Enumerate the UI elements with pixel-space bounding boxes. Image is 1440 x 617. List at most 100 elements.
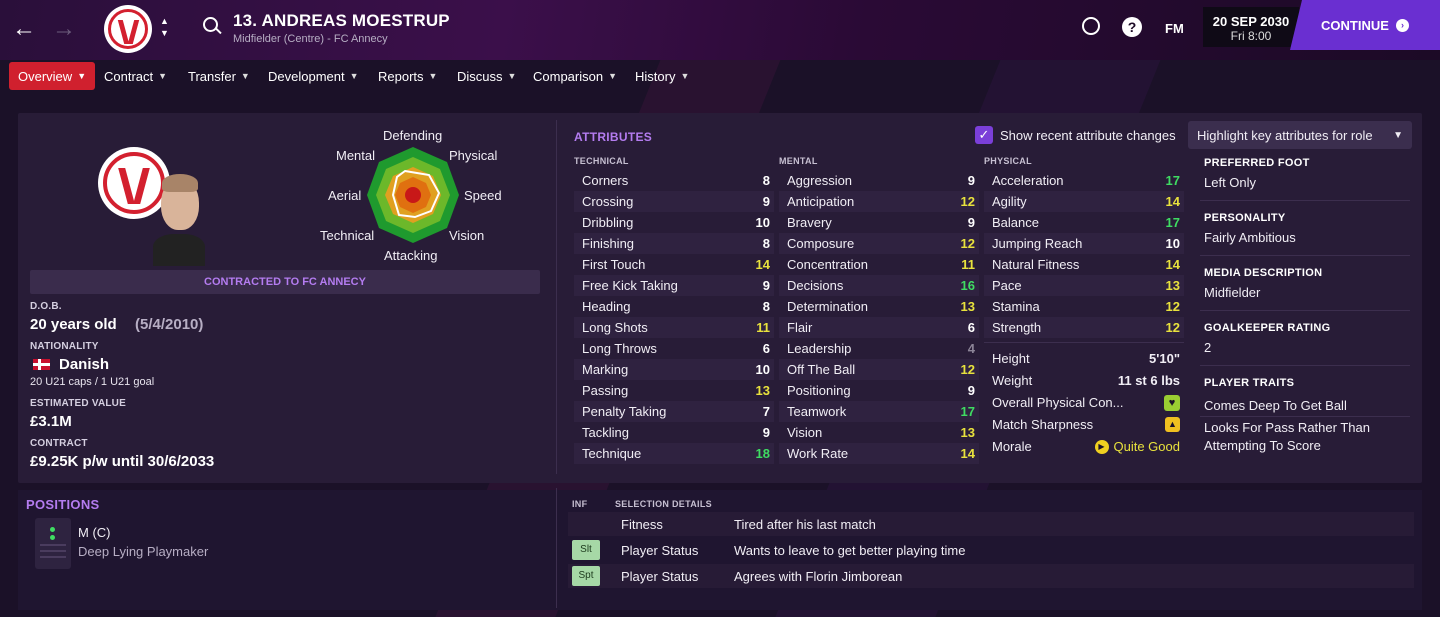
attribute-name: Strength bbox=[992, 320, 1042, 335]
attribute-row[interactable]: Crossing 9 bbox=[574, 191, 774, 212]
attribute-row[interactable]: Teamwork 17 bbox=[779, 401, 979, 422]
trait-item[interactable]: Comes Deep To Get Ball bbox=[1204, 398, 1347, 413]
player-portrait bbox=[153, 174, 205, 266]
preferred-foot-value: Left Only bbox=[1204, 175, 1257, 190]
highlight-dropdown-value: Highlight key attributes for role bbox=[1197, 127, 1373, 143]
attribute-row[interactable]: Jumping Reach 10 bbox=[984, 233, 1184, 254]
attribute-row[interactable]: Finishing 8 bbox=[574, 233, 774, 254]
continue-button[interactable]: CONTINUE › bbox=[1290, 0, 1440, 50]
attribute-name: Jumping Reach bbox=[992, 236, 1083, 251]
attribute-name: Concentration bbox=[787, 257, 868, 272]
tab-contract[interactable]: Contract ▼ bbox=[95, 62, 176, 90]
chevron-down-icon: ▼ bbox=[77, 71, 87, 81]
attribute-row[interactable]: Natural Fitness 14 bbox=[984, 254, 1184, 275]
attribute-row[interactable]: Agility 14 bbox=[984, 191, 1184, 212]
morale-value[interactable]: Quite Good bbox=[1114, 439, 1181, 454]
attribute-row[interactable]: Determination 13 bbox=[779, 296, 979, 317]
attribute-row[interactable]: Strength 12 bbox=[984, 317, 1184, 338]
tab-discuss[interactable]: Discuss ▼ bbox=[448, 62, 525, 90]
attribute-row[interactable]: Bravery 9 bbox=[779, 212, 979, 233]
attribute-row[interactable]: Free Kick Taking 9 bbox=[574, 275, 774, 296]
attribute-row[interactable]: Decisions 16 bbox=[779, 275, 979, 296]
goalkeeper-rating-label: GOALKEEPER RATING bbox=[1204, 322, 1331, 334]
search-icon-handle bbox=[215, 27, 222, 35]
attribute-row[interactable]: Tackling 9 bbox=[574, 422, 774, 443]
selection-row[interactable]: Fitness Tired after his last match bbox=[568, 512, 1414, 536]
attribute-row[interactable]: Long Throws 6 bbox=[574, 338, 774, 359]
highlight-dropdown[interactable]: Highlight key attributes for role ▼ bbox=[1188, 121, 1412, 149]
attribute-row[interactable]: Passing 13 bbox=[574, 380, 774, 401]
attribute-row[interactable]: Positioning 9 bbox=[779, 380, 979, 401]
sharpness-icon[interactable]: ▲ bbox=[1165, 417, 1180, 432]
tab-reports[interactable]: Reports ▼ bbox=[369, 62, 446, 90]
attribute-value: 14 bbox=[1165, 194, 1180, 209]
selection-row[interactable]: Slt Player Status Wants to leave to get … bbox=[568, 538, 1414, 562]
attribute-row[interactable]: Composure 12 bbox=[779, 233, 979, 254]
attribute-row[interactable]: Pace 13 bbox=[984, 275, 1184, 296]
show-changes-checkbox[interactable]: ✓ bbox=[975, 126, 993, 144]
attribute-row[interactable]: First Touch 14 bbox=[574, 254, 774, 275]
tab-history[interactable]: History ▼ bbox=[626, 62, 698, 90]
tab-overview[interactable]: Overview ▼ bbox=[9, 62, 96, 90]
attribute-row[interactable]: Leadership 4 bbox=[779, 338, 979, 359]
player-traits-label: PLAYER TRAITS bbox=[1204, 377, 1295, 389]
attribute-row[interactable]: Flair 6 bbox=[779, 317, 979, 338]
tab-transfer[interactable]: Transfer ▼ bbox=[179, 62, 259, 90]
fm-menu-button[interactable]: FM bbox=[1165, 21, 1184, 36]
help-icon[interactable]: ? bbox=[1122, 17, 1142, 37]
player-switch-arrows-icon[interactable]: ▲ ▼ bbox=[160, 15, 169, 39]
selection-row[interactable]: Spt Player Status Agrees with Florin Jim… bbox=[568, 564, 1414, 588]
tab-development[interactable]: Development ▼ bbox=[259, 62, 368, 90]
selection-detail: Tired after his last match bbox=[734, 516, 876, 532]
radar-label-defending: Defending bbox=[383, 128, 443, 143]
attribute-row[interactable]: Long Shots 11 bbox=[574, 317, 774, 338]
attribute-row[interactable]: Corners 8 bbox=[574, 170, 774, 191]
attribute-value: 9 bbox=[967, 173, 975, 188]
role-value[interactable]: Deep Lying Playmaker bbox=[78, 544, 208, 559]
attribute-row[interactable]: Acceleration 17 bbox=[984, 170, 1184, 191]
attribute-name: Off The Ball bbox=[787, 362, 856, 377]
attribute-row[interactable]: Balance 17 bbox=[984, 212, 1184, 233]
attribute-row[interactable]: Work Rate 14 bbox=[779, 443, 979, 464]
attribute-value: 9 bbox=[967, 383, 975, 398]
attribute-value: 13 bbox=[1165, 278, 1180, 293]
trait-item[interactable]: Looks For Pass Rather Than bbox=[1204, 420, 1370, 435]
preferred-foot-label: PREFERRED FOOT bbox=[1204, 157, 1310, 169]
chevron-down-icon: ▼ bbox=[240, 71, 250, 81]
attribute-value: 12 bbox=[1165, 320, 1180, 335]
attribute-row[interactable]: Technique 18 bbox=[574, 443, 774, 464]
attribute-row[interactable]: Aggression 9 bbox=[779, 170, 979, 191]
attribute-row[interactable]: Dribbling 10 bbox=[574, 212, 774, 233]
attribute-name: Crossing bbox=[582, 194, 634, 209]
attribute-value: 12 bbox=[960, 194, 975, 209]
club-crest-icon[interactable] bbox=[104, 5, 152, 53]
age-value: 20 years old bbox=[30, 316, 117, 333]
date-display[interactable]: 20 SEP 2030 Fri 8:00 bbox=[1203, 7, 1299, 47]
attribute-name: Determination bbox=[787, 299, 868, 314]
attribute-value: 8 bbox=[762, 299, 770, 314]
attribute-row[interactable]: Concentration 11 bbox=[779, 254, 979, 275]
attribute-row[interactable]: Stamina 12 bbox=[984, 296, 1184, 317]
attribute-row[interactable]: Vision 13 bbox=[779, 422, 979, 443]
attribute-row[interactable]: Anticipation 12 bbox=[779, 191, 979, 212]
attribute-row[interactable]: Heading 8 bbox=[574, 296, 774, 317]
attribute-name: Natural Fitness bbox=[992, 257, 1080, 272]
tab-label: Overview bbox=[18, 68, 73, 84]
heart-condition-icon[interactable]: ♥ bbox=[1164, 394, 1180, 411]
attribute-value: 13 bbox=[960, 299, 975, 314]
back-arrow-icon[interactable]: ← bbox=[10, 14, 38, 44]
globe-icon[interactable] bbox=[1082, 17, 1100, 35]
attribute-name: Long Throws bbox=[582, 341, 657, 356]
tab-label: History bbox=[635, 68, 676, 84]
attribute-value: 12 bbox=[960, 236, 975, 251]
technical-header: TECHNICAL bbox=[574, 156, 629, 166]
forward-arrow-icon[interactable]: → bbox=[50, 14, 78, 44]
attribute-row[interactable]: Marking 10 bbox=[574, 359, 774, 380]
dob-value: (5/4/2010) bbox=[135, 316, 204, 333]
nationality-value[interactable]: Danish bbox=[59, 356, 109, 373]
tab-comparison[interactable]: Comparison ▼ bbox=[524, 62, 626, 90]
attribute-row[interactable]: Penalty Taking 7 bbox=[574, 401, 774, 422]
pitch-position-icon[interactable] bbox=[35, 518, 71, 569]
attribute-value: 9 bbox=[967, 215, 975, 230]
attribute-row[interactable]: Off The Ball 12 bbox=[779, 359, 979, 380]
